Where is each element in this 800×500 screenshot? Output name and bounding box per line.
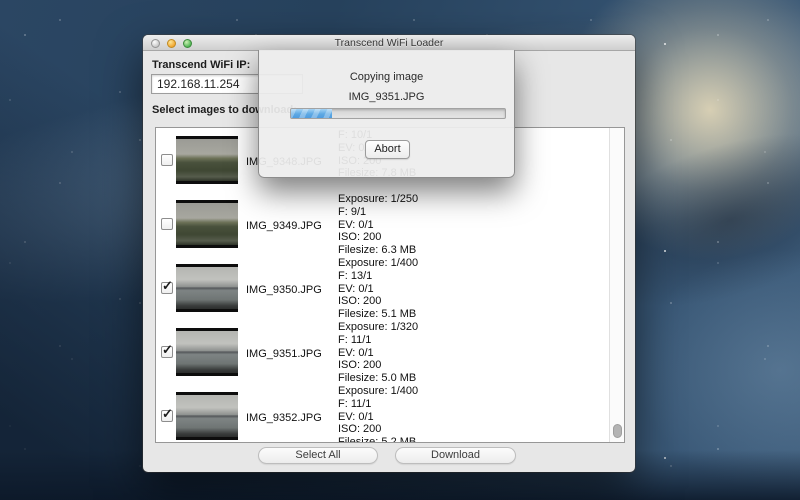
image-thumbnail xyxy=(176,136,238,184)
minimize-button[interactable] xyxy=(167,39,176,48)
exif-iso: ISO: 200 xyxy=(338,359,418,372)
progress-fill xyxy=(291,109,332,118)
image-exif: Exposure: 1/250 F: 9/1 EV: 0/1 ISO: 200 … xyxy=(338,193,418,257)
image-filename: IMG_9352.JPG xyxy=(246,412,334,424)
progress-bar xyxy=(290,108,506,119)
exif-ev: EV: 0/1 xyxy=(338,219,418,232)
image-checkbox[interactable]: ✓ xyxy=(161,410,173,422)
exif-fstop: F: 11/1 xyxy=(338,334,418,347)
list-item: ✓ IMG_9350.JPG Exposure: 1/400 F: 13/1 E… xyxy=(156,256,624,320)
exif-exposure: Exposure: 1/250 xyxy=(338,193,418,206)
exif-iso: ISO: 200 xyxy=(338,423,418,436)
exif-filesize: Filesize: 5.2 MB xyxy=(338,436,418,443)
image-thumbnail xyxy=(176,328,238,376)
window-title: Transcend WiFi Loader xyxy=(143,35,635,51)
ip-label: Transcend WiFi IP: xyxy=(152,59,250,71)
abort-button[interactable]: Abort xyxy=(365,140,410,159)
exif-exposure: Exposure: 1/400 xyxy=(338,257,418,270)
image-checkbox[interactable]: ✓ xyxy=(161,346,173,358)
checkmark-icon: ✓ xyxy=(162,342,173,358)
zoom-button[interactable] xyxy=(183,39,192,48)
scrollbar-thumb[interactable] xyxy=(613,424,622,438)
image-thumbnail xyxy=(176,392,238,440)
image-thumbnail xyxy=(176,264,238,312)
exif-fstop: F: 9/1 xyxy=(338,206,418,219)
titlebar[interactable]: Transcend WiFi Loader xyxy=(143,35,635,51)
image-thumbnail xyxy=(176,200,238,248)
dialog-filename: IMG_9351.JPG xyxy=(259,91,514,103)
exif-exposure: Exposure: 1/320 xyxy=(338,321,418,334)
exif-exposure: Exposure: 1/400 xyxy=(338,385,418,398)
image-checkbox[interactable]: ✓ xyxy=(161,154,173,166)
list-item: ✓ IMG_9352.JPG Exposure: 1/400 F: 11/1 E… xyxy=(156,384,624,443)
image-exif: Exposure: 1/320 F: 11/1 EV: 0/1 ISO: 200… xyxy=(338,321,418,385)
image-filename: IMG_9349.JPG xyxy=(246,220,334,232)
traffic-lights xyxy=(151,39,192,48)
exif-ev: EV: 0/1 xyxy=(338,347,418,360)
exif-fstop: F: 11/1 xyxy=(338,398,418,411)
exif-ev: EV: 0/1 xyxy=(338,411,418,424)
list-item: ✓ IMG_9349.JPG Exposure: 1/250 F: 9/1 EV… xyxy=(156,192,624,256)
exif-ev: EV: 0/1 xyxy=(338,283,418,296)
exif-iso: ISO: 200 xyxy=(338,231,418,244)
download-button[interactable]: Download xyxy=(395,447,516,464)
image-exif: Exposure: 1/400 F: 13/1 EV: 0/1 ISO: 200… xyxy=(338,257,418,321)
desktop: Transcend WiFi Loader Transcend WiFi IP:… xyxy=(0,0,800,500)
exif-fstop: F: 13/1 xyxy=(338,270,418,283)
image-checkbox[interactable]: ✓ xyxy=(161,282,173,294)
image-checkbox[interactable]: ✓ xyxy=(161,218,173,230)
copy-progress-dialog: Copying image IMG_9351.JPG Abort xyxy=(258,50,515,178)
image-filename: IMG_9351.JPG xyxy=(246,348,334,360)
image-filename: IMG_9350.JPG xyxy=(246,284,334,296)
image-exif: Exposure: 1/400 F: 11/1 EV: 0/1 ISO: 200… xyxy=(338,385,418,443)
dialog-title: Copying image xyxy=(259,71,514,83)
checkmark-icon: ✓ xyxy=(162,406,173,422)
select-all-button[interactable]: Select All xyxy=(258,447,378,464)
exif-iso: ISO: 200 xyxy=(338,295,418,308)
list-item: ✓ IMG_9351.JPG Exposure: 1/320 F: 11/1 E… xyxy=(156,320,624,384)
checkmark-icon: ✓ xyxy=(162,278,173,294)
close-button[interactable] xyxy=(151,39,160,48)
scrollbar-track[interactable] xyxy=(609,128,624,442)
